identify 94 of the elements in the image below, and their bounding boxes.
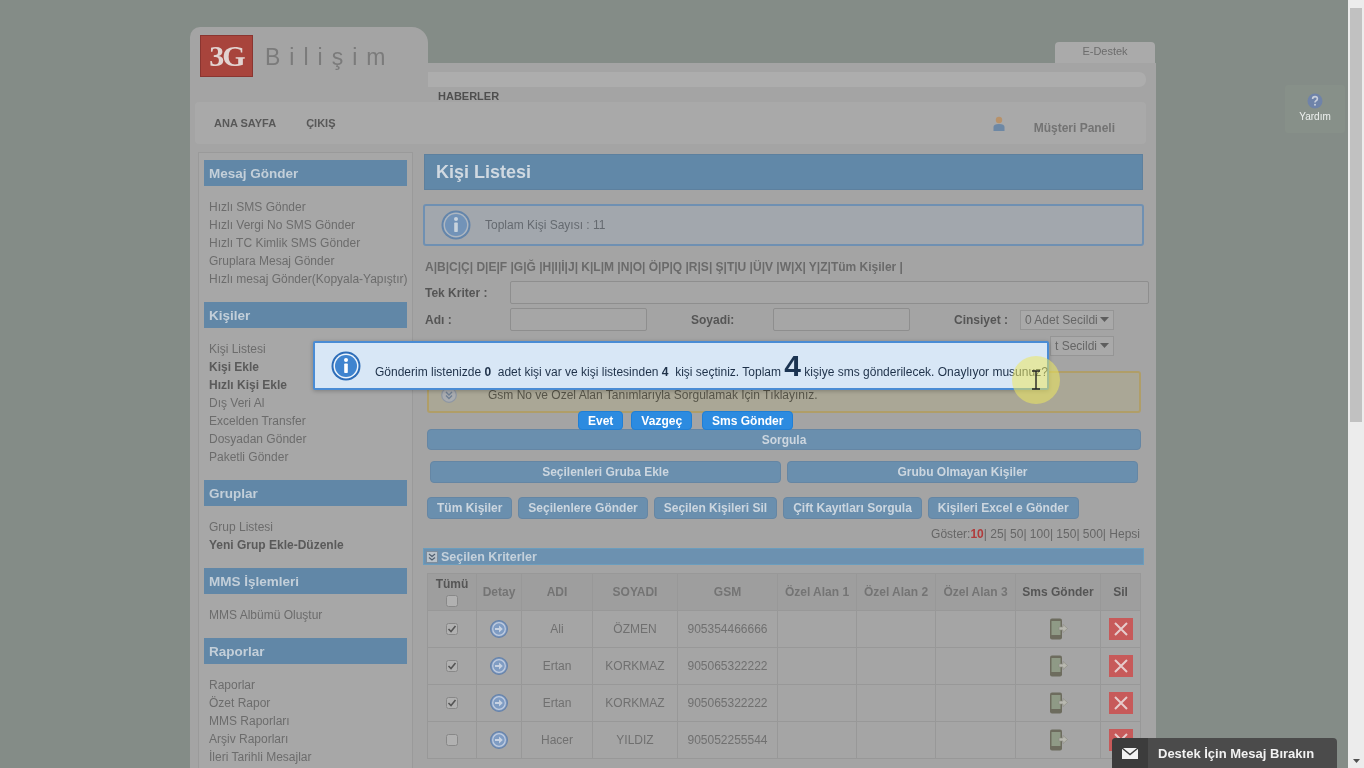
group-action-button[interactable]: Seçilenleri Gruba Ekle — [430, 461, 781, 483]
sidebar-item[interactable]: Grup Listesi — [209, 518, 274, 536]
sidebar-item[interactable]: MMS Albümü Oluştur — [209, 606, 323, 624]
action-button[interactable]: Çift Kayıtları Sorgula — [783, 497, 922, 519]
info-text: Toplam Kişi Sayısı : 11 — [485, 218, 606, 232]
sidebar-item[interactable]: Hızlı Kişi Ekle — [209, 376, 288, 394]
page-title: Kişi Listesi — [424, 154, 1143, 190]
double-chevron-down-icon[interactable] — [426, 550, 438, 563]
phone-icon[interactable] — [1048, 692, 1068, 714]
sidebar-item[interactable]: Yeni Grup Ekle-Düzenle — [209, 536, 344, 554]
scrollbar-track[interactable] — [1348, 0, 1364, 768]
page-size-option[interactable]: | 100 — [1023, 527, 1050, 541]
action-button[interactable]: Seçilenlere Gönder — [518, 497, 648, 519]
dialog-button[interactable]: Evet — [578, 411, 624, 430]
user-icon — [992, 115, 1005, 131]
sidebar-section-header: MMS İşlemleri — [204, 568, 407, 594]
row-checkbox[interactable] — [446, 734, 458, 746]
sidebar-item[interactable]: Dış Veri Al — [209, 394, 265, 412]
scrollbar-thumb[interactable] — [1350, 8, 1362, 422]
nav-link[interactable]: ÇIKIŞ — [306, 117, 336, 129]
criteria-bar[interactable]: Seçilen Kriterler — [423, 548, 1144, 565]
sidebar-item[interactable]: Gruplara Mesaj Gönder — [209, 252, 335, 270]
sidebar-item[interactable]: Hızlı Vergi No SMS Gönder — [209, 216, 356, 234]
phone-icon[interactable] — [1048, 618, 1068, 640]
input-field[interactable] — [510, 308, 647, 331]
page-size-option[interactable]: | 500 — [1076, 527, 1103, 541]
group-action-button[interactable]: Grubu Olmayan Kişiler — [787, 461, 1138, 483]
field-label: Soyadi: — [690, 312, 736, 327]
sidebar-item[interactable]: İleri Tarihli Mesajlar — [209, 748, 312, 766]
sidebar-section-header: Raporlar — [204, 638, 407, 664]
page-size-label: Göster: — [931, 527, 971, 541]
delete-icon[interactable] — [1108, 692, 1133, 714]
page-size-option[interactable]: | 25 — [983, 527, 1004, 541]
sidebar-section-header: Gruplar — [204, 480, 407, 506]
column-header: Sil — [1100, 573, 1141, 611]
row-checkbox[interactable] — [446, 697, 458, 709]
phone-icon[interactable] — [1048, 655, 1068, 677]
column-header: Tümü — [435, 577, 469, 591]
delete-icon[interactable] — [1108, 618, 1133, 640]
support-message-button[interactable]: Destek İçin Mesaj Bırakın — [1112, 738, 1337, 768]
sidebar-item[interactable]: Arşiv Raporları — [209, 730, 289, 748]
page-size-option[interactable]: 10 — [970, 527, 984, 541]
dropdown[interactable]: 0 Adet Secildi — [1020, 309, 1114, 330]
field-label: Tek Kriter : — [424, 285, 489, 300]
delete-icon[interactable] — [1108, 655, 1133, 677]
dialog-button[interactable]: Vazgeç — [631, 411, 693, 430]
action-button[interactable]: Kişileri Excel e Gönder — [927, 497, 1079, 519]
dialog-message: Gönderim listenizde 0 adet kişi var ve kişi listesinden 4 kişi seçtiniz. Toplam 4 kişiye sms gönderilecek. Onaylıyor musunuz? — [375, 350, 1048, 381]
field-label: Cinsiyet : — [953, 312, 1009, 327]
query-button[interactable]: Sorgula — [427, 429, 1141, 450]
nav-link[interactable]: ANA SAYFA — [214, 117, 277, 129]
info-icon — [331, 350, 361, 381]
envelope-icon — [1112, 738, 1148, 768]
scroll-down-arrow-icon[interactable] — [1352, 759, 1360, 763]
top-tab[interactable]: E-Destek — [1055, 42, 1155, 63]
info-icon — [441, 210, 471, 240]
sidebar-item[interactable]: Raporlar — [209, 676, 256, 694]
input-field[interactable] — [510, 281, 1149, 304]
arrow-circle-icon[interactable] — [490, 657, 508, 675]
caret-icon — [1100, 317, 1109, 322]
sidebar-item[interactable]: Özet Rapor — [209, 694, 271, 712]
sidebar-item[interactable]: Hızlı TC Kimlik SMS Gönder — [209, 234, 361, 252]
alphabet-filter[interactable]: A|B|C|Ç| D|E|F |G|Ğ |H|I|İ|J| K|L|M |N|O| Ö|P|Q |R|S| Ş|T|U |Ü|V |W|X| Y|Z|Tüm Kişiler | — [423, 260, 903, 274]
sidebar-item[interactable]: Hızlı mesaj Gönder(Kopyala-Yapıştır) — [209, 270, 408, 288]
sidebar-item[interactable]: Paketli Gönder — [209, 448, 289, 466]
criteria-hint-link[interactable]: Gsm No ve Özel Alan Tanımlarıyla Sorgulamak İçin Tıklayınız. — [488, 388, 818, 402]
caret-icon — [1100, 343, 1109, 348]
row-checkbox[interactable] — [446, 623, 458, 635]
logo-mark[interactable]: 3G — [200, 35, 253, 77]
sidebar-item[interactable]: MMS Raporları — [209, 712, 290, 730]
column-header: Sms Gönder — [1015, 573, 1101, 611]
sidebar-section-header: Kişiler — [204, 302, 407, 328]
news-label: HABERLER — [438, 90, 500, 102]
row-checkbox[interactable] — [446, 660, 458, 672]
phone-icon[interactable] — [1048, 729, 1068, 751]
action-button[interactable]: Seçilen Kişileri Sil — [653, 497, 778, 519]
input-field[interactable] — [773, 308, 910, 331]
arrow-circle-icon[interactable] — [490, 694, 508, 712]
sidebar-item[interactable]: Kişi Ekle — [209, 358, 260, 376]
sidebar-item[interactable]: Dosyadan Gönder — [209, 430, 307, 448]
arrow-circle-icon[interactable] — [490, 620, 508, 638]
action-button[interactable]: Tüm Kişiler — [427, 497, 513, 519]
select-all-checkbox[interactable] — [446, 595, 458, 607]
dialog-button[interactable]: Sms Gönder — [702, 411, 794, 430]
help-button[interactable]: Yardım — [1285, 85, 1345, 133]
sidebar-item[interactable]: Kişi Listesi — [209, 340, 266, 358]
dropdown[interactable]: t Secildi — [1050, 335, 1114, 356]
field-label: Adı : — [424, 312, 453, 327]
arrow-circle-icon[interactable] — [490, 731, 508, 749]
sidebar-section-header: Mesaj Gönder — [204, 160, 407, 186]
sidebar-item[interactable]: Hızlı SMS Gönder — [209, 198, 306, 216]
sidebar-item[interactable]: Excelden Transfer — [209, 412, 306, 430]
page-size-option[interactable]: | Hepsi — [1102, 527, 1140, 541]
help-icon — [1307, 93, 1323, 109]
